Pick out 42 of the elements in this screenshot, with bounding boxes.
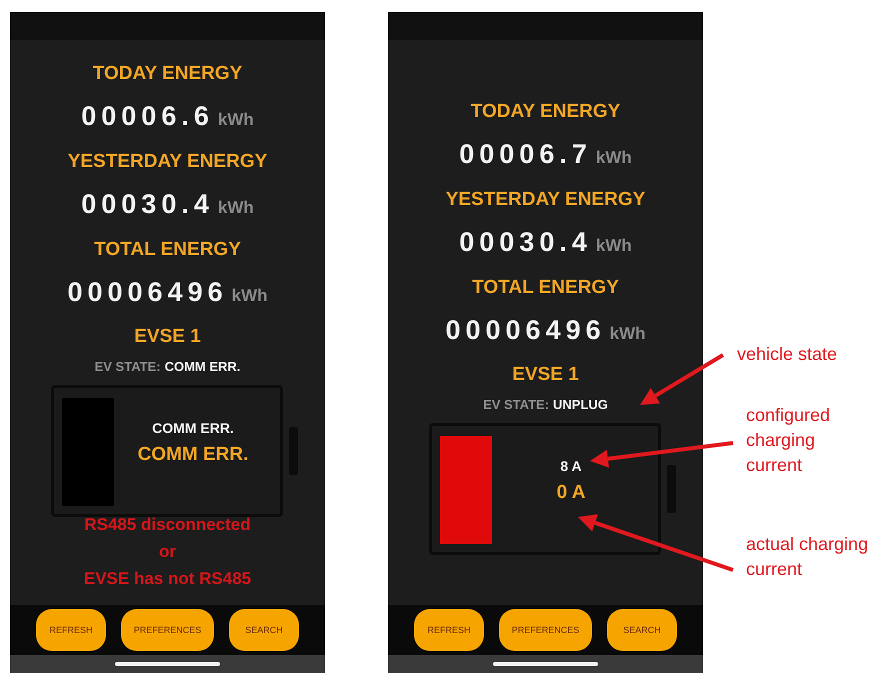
energy-value: 00006496	[67, 276, 228, 309]
app-button[interactable]: REFRESH	[36, 609, 106, 651]
error-message: or	[158, 541, 176, 563]
ev-state-label: EV STATE:	[94, 358, 161, 376]
energy-unit: kWh	[596, 146, 632, 168]
energy-label: YESTERDAY ENERGY	[446, 188, 646, 212]
evse-title: EVSE 1	[134, 325, 201, 349]
actual-current: COMM ERR.	[138, 444, 248, 466]
error-message: EVSE has not RS485	[84, 568, 252, 590]
actual-current: 0 A	[556, 482, 586, 504]
home-indicator[interactable]	[493, 662, 598, 666]
ev-state-label: EV STATE:	[483, 396, 550, 414]
app-button[interactable]: PREFERENCES	[121, 609, 214, 651]
energy-value: 00030.4	[459, 226, 592, 258]
energy-value: 00006.6	[81, 100, 214, 133]
energy-unit: kWh	[232, 285, 268, 307]
energy-value: 00006496	[445, 314, 606, 346]
energy-unit: kWh	[596, 234, 632, 256]
energy-label: TOTAL ENERGY	[472, 276, 619, 300]
energy-label: TODAY ENERGY	[470, 100, 620, 124]
configured-current: 8 A	[560, 458, 582, 474]
energy-unit: kWh	[218, 197, 254, 219]
ev-state-value: UNPLUG	[553, 396, 608, 414]
configured-current: COMM ERR.	[152, 420, 234, 436]
annotation-label: configured charging current	[746, 404, 832, 477]
error-message: RS485 disconnected	[84, 514, 251, 536]
energy-value: 00030.4	[81, 188, 214, 221]
annotation-label: vehicle state	[737, 343, 838, 366]
ev-state-value: COMM ERR.	[164, 358, 240, 376]
energy-label: YESTERDAY ENERGY	[68, 150, 268, 174]
energy-unit: kWh	[610, 322, 646, 344]
home-indicator[interactable]	[115, 662, 220, 666]
energy-label: TOTAL ENERGY	[94, 238, 241, 262]
evse-title: EVSE 1	[512, 362, 579, 386]
app-button[interactable]: REFRESH	[414, 609, 484, 651]
annotation-label: actual charging current	[746, 533, 870, 581]
app-button[interactable]: SEARCH	[607, 609, 677, 651]
energy-unit: kWh	[218, 109, 254, 131]
energy-label: TODAY ENERGY	[92, 62, 242, 86]
app-button[interactable]: PREFERENCES	[499, 609, 592, 651]
energy-value: 00006.7	[459, 138, 592, 170]
app-button[interactable]: SEARCH	[229, 609, 299, 651]
